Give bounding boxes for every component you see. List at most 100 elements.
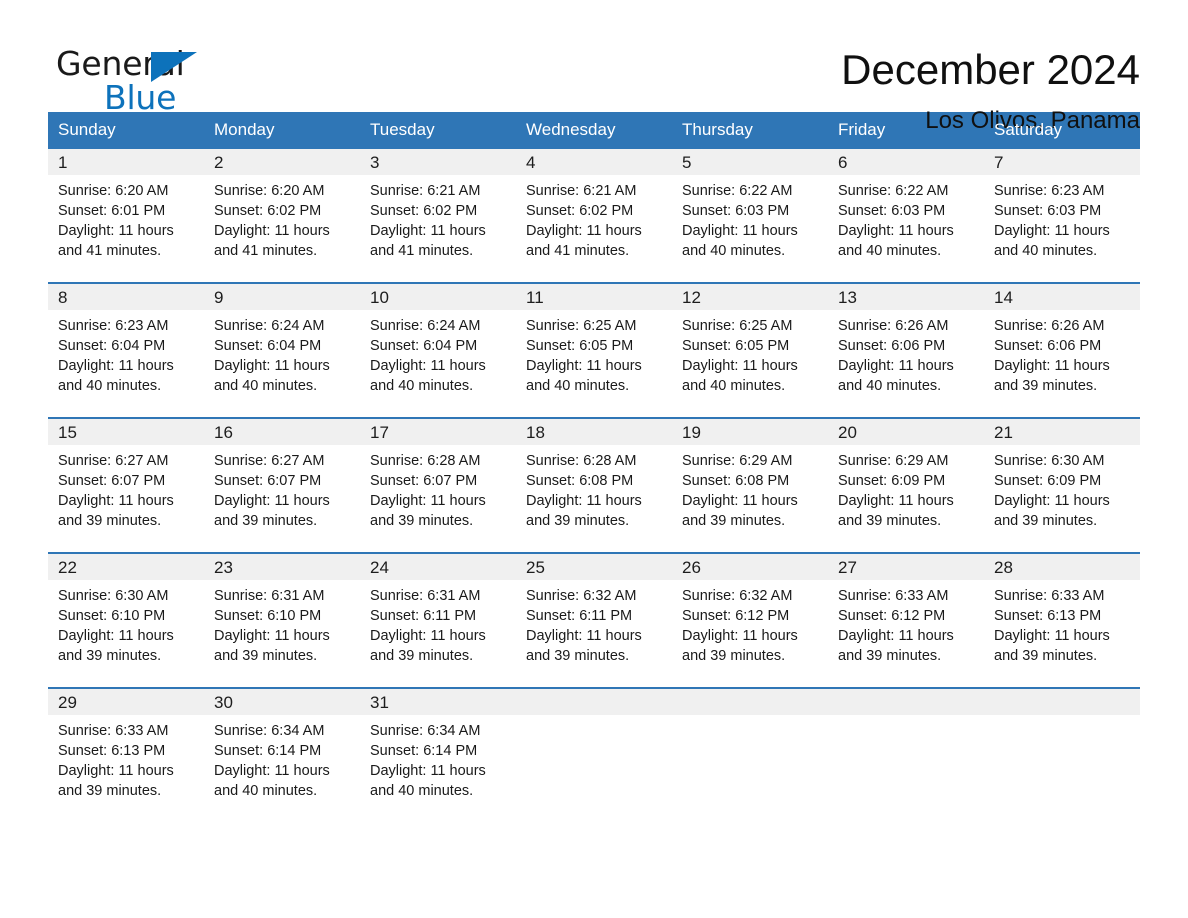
sunrise-text: Sunrise: 6:31 AM: [214, 588, 325, 604]
calendar-day-cell[interactable]: 27 Sunrise: 6:33 AM Sunset: 6:12 PM Dayligh…: [828, 554, 984, 687]
daylight-text-line1: Daylight: 11 hours: [58, 358, 174, 374]
day-details: Sunrise: 6:27 AM Sunset: 6:07 PM Daylight:…: [204, 445, 360, 531]
daylight-text-line1: Daylight: 11 hours: [838, 628, 954, 644]
day-number: 2: [204, 149, 360, 175]
sunset-text: Sunset: 6:11 PM: [370, 608, 477, 624]
calendar-day-cell[interactable]: 11 Sunrise: 6:25 AM Sunset: 6:05 PM Dayligh…: [516, 284, 672, 417]
sunset-text: Sunset: 6:09 PM: [838, 473, 946, 489]
day-number: [828, 689, 984, 715]
daylight-text-line2: and 39 minutes.: [214, 648, 318, 664]
sunset-text: Sunset: 6:07 PM: [58, 473, 166, 489]
weekday-header-tuesday: Tuesday: [370, 120, 435, 139]
daylight-text-line1: Daylight: 11 hours: [214, 358, 330, 374]
calendar-day-cell[interactable]: 26 Sunrise: 6:32 AM Sunset: 6:12 PM Dayligh…: [672, 554, 828, 687]
daylight-text-line1: Daylight: 11 hours: [214, 628, 330, 644]
daylight-text-line2: and 41 minutes.: [214, 243, 318, 259]
calendar-day-cell[interactable]: 23 Sunrise: 6:31 AM Sunset: 6:10 PM Dayligh…: [204, 554, 360, 687]
calendar-day-cell[interactable]: 9 Sunrise: 6:24 AM Sunset: 6:04 PM Daylight…: [204, 284, 360, 417]
daylight-text-line2: and 40 minutes.: [682, 378, 786, 394]
daylight-text-line2: and 39 minutes.: [994, 648, 1098, 664]
page-header: General Blue December 2024 Los Olivos, P…: [48, 0, 1140, 134]
daylight-text-line2: and 40 minutes.: [370, 378, 474, 394]
day-details: Sunrise: 6:27 AM Sunset: 6:07 PM Daylight:…: [48, 445, 204, 531]
sunrise-text: Sunrise: 6:26 AM: [838, 318, 949, 334]
calendar-day-cell[interactable]: 4 Sunrise: 6:21 AM Sunset: 6:02 PM Daylight…: [516, 149, 672, 282]
daylight-text-line1: Daylight: 11 hours: [526, 223, 642, 239]
daylight-text-line1: Daylight: 11 hours: [682, 223, 798, 239]
daylight-text-line2: and 39 minutes.: [214, 513, 318, 529]
calendar-day-cell[interactable]: 31 Sunrise: 6:34 AM Sunset: 6:14 PM Dayligh…: [360, 689, 516, 822]
daylight-text-line2: and 39 minutes.: [526, 648, 630, 664]
daylight-text-line1: Daylight: 11 hours: [838, 223, 954, 239]
calendar-day-cell[interactable]: 1 Sunrise: 6:20 AM Sunset: 6:01 PM Daylight…: [48, 149, 204, 282]
calendar-day-cell[interactable]: 18 Sunrise: 6:28 AM Sunset: 6:08 PM Dayligh…: [516, 419, 672, 552]
day-details: Sunrise: 6:29 AM Sunset: 6:08 PM Daylight:…: [672, 445, 828, 531]
day-details: Sunrise: 6:30 AM Sunset: 6:09 PM Daylight:…: [984, 445, 1140, 531]
day-number: 22: [48, 554, 204, 580]
calendar-day-cell[interactable]: 5 Sunrise: 6:22 AM Sunset: 6:03 PM Daylight…: [672, 149, 828, 282]
daylight-text-line2: and 40 minutes.: [58, 378, 162, 394]
day-number: 1: [48, 149, 204, 175]
calendar-day-cell[interactable]: 15 Sunrise: 6:27 AM Sunset: 6:07 PM Dayligh…: [48, 419, 204, 552]
sunset-text: Sunset: 6:04 PM: [370, 338, 478, 354]
calendar-day-cell[interactable]: 28 Sunrise: 6:33 AM Sunset: 6:13 PM Dayligh…: [984, 554, 1140, 687]
calendar-week-row: 22 Sunrise: 6:30 AM Sunset: 6:10 PM Dayligh…: [48, 552, 1140, 687]
calendar-day-cell[interactable]: 24 Sunrise: 6:31 AM Sunset: 6:11 PM Dayligh…: [360, 554, 516, 687]
calendar-day-cell[interactable]: 8 Sunrise: 6:23 AM Sunset: 6:04 PM Daylight…: [48, 284, 204, 417]
daylight-text-line1: Daylight: 11 hours: [370, 223, 486, 239]
weekday-header-thursday: Thursday: [682, 120, 753, 139]
calendar-day-cell[interactable]: 2 Sunrise: 6:20 AM Sunset: 6:02 PM Daylight…: [204, 149, 360, 282]
calendar-day-cell[interactable]: 17 Sunrise: 6:28 AM Sunset: 6:07 PM Dayligh…: [360, 419, 516, 552]
day-details: Sunrise: 6:20 AM Sunset: 6:01 PM Daylight:…: [48, 175, 204, 261]
daylight-text-line2: and 40 minutes.: [214, 378, 318, 394]
day-number: 31: [360, 689, 516, 715]
general-blue-logo[interactable]: General Blue: [48, 44, 248, 120]
daylight-text-line2: and 39 minutes.: [58, 783, 162, 799]
day-number: 18: [516, 419, 672, 445]
sunset-text: Sunset: 6:12 PM: [682, 608, 790, 624]
calendar-day-cell[interactable]: 14 Sunrise: 6:26 AM Sunset: 6:06 PM Dayligh…: [984, 284, 1140, 417]
day-number: 7: [984, 149, 1140, 175]
sunrise-text: Sunrise: 6:32 AM: [526, 588, 637, 604]
sunset-text: Sunset: 6:06 PM: [994, 338, 1102, 354]
sunrise-text: Sunrise: 6:20 AM: [58, 183, 169, 199]
daylight-text-line2: and 39 minutes.: [994, 513, 1098, 529]
sunset-text: Sunset: 6:05 PM: [526, 338, 634, 354]
daylight-text-line2: and 39 minutes.: [370, 513, 474, 529]
daylight-text-line1: Daylight: 11 hours: [58, 223, 174, 239]
calendar-day-cell[interactable]: 29 Sunrise: 6:33 AM Sunset: 6:13 PM Dayligh…: [48, 689, 204, 822]
calendar-day-cell[interactable]: 21 Sunrise: 6:30 AM Sunset: 6:09 PM Dayligh…: [984, 419, 1140, 552]
day-details: Sunrise: 6:32 AM Sunset: 6:12 PM Daylight:…: [672, 580, 828, 666]
sunrise-text: Sunrise: 6:33 AM: [994, 588, 1105, 604]
calendar-day-cell[interactable]: 10 Sunrise: 6:24 AM Sunset: 6:04 PM Dayligh…: [360, 284, 516, 417]
sunrise-text: Sunrise: 6:20 AM: [214, 183, 325, 199]
daylight-text-line2: and 39 minutes.: [682, 513, 786, 529]
calendar-day-cell[interactable]: 12 Sunrise: 6:25 AM Sunset: 6:05 PM Dayligh…: [672, 284, 828, 417]
daylight-text-line1: Daylight: 11 hours: [58, 493, 174, 509]
calendar-week-row: 15 Sunrise: 6:27 AM Sunset: 6:07 PM Dayligh…: [48, 417, 1140, 552]
daylight-text-line2: and 39 minutes.: [838, 513, 942, 529]
daylight-text-line2: and 40 minutes.: [214, 783, 318, 799]
day-number: 16: [204, 419, 360, 445]
calendar-day-cell[interactable]: 22 Sunrise: 6:30 AM Sunset: 6:10 PM Dayligh…: [48, 554, 204, 687]
sunrise-text: Sunrise: 6:23 AM: [994, 183, 1105, 199]
sunrise-text: Sunrise: 6:27 AM: [214, 453, 325, 469]
calendar-day-cell[interactable]: 16 Sunrise: 6:27 AM Sunset: 6:07 PM Dayligh…: [204, 419, 360, 552]
calendar-day-cell[interactable]: 7 Sunrise: 6:23 AM Sunset: 6:03 PM Daylight…: [984, 149, 1140, 282]
calendar-day-cell[interactable]: 19 Sunrise: 6:29 AM Sunset: 6:08 PM Dayligh…: [672, 419, 828, 552]
calendar-day-cell[interactable]: 6 Sunrise: 6:22 AM Sunset: 6:03 PM Daylight…: [828, 149, 984, 282]
day-details: Sunrise: 6:22 AM Sunset: 6:03 PM Daylight:…: [828, 175, 984, 261]
calendar-day-cell[interactable]: 3 Sunrise: 6:21 AM Sunset: 6:02 PM Daylight…: [360, 149, 516, 282]
sunrise-text: Sunrise: 6:22 AM: [682, 183, 793, 199]
calendar-day-cell-empty: [984, 689, 1140, 822]
calendar-day-cell[interactable]: 25 Sunrise: 6:32 AM Sunset: 6:11 PM Dayligh…: [516, 554, 672, 687]
day-number: 23: [204, 554, 360, 580]
calendar-day-cell[interactable]: 13 Sunrise: 6:26 AM Sunset: 6:06 PM Dayligh…: [828, 284, 984, 417]
calendar-day-cell[interactable]: 20 Sunrise: 6:29 AM Sunset: 6:09 PM Dayligh…: [828, 419, 984, 552]
day-details: Sunrise: 6:20 AM Sunset: 6:02 PM Daylight:…: [204, 175, 360, 261]
daylight-text-line2: and 39 minutes.: [58, 513, 162, 529]
day-number: [516, 689, 672, 715]
sunset-text: Sunset: 6:02 PM: [526, 203, 634, 219]
calendar-day-cell[interactable]: 30 Sunrise: 6:34 AM Sunset: 6:14 PM Dayligh…: [204, 689, 360, 822]
sunrise-text: Sunrise: 6:23 AM: [58, 318, 169, 334]
